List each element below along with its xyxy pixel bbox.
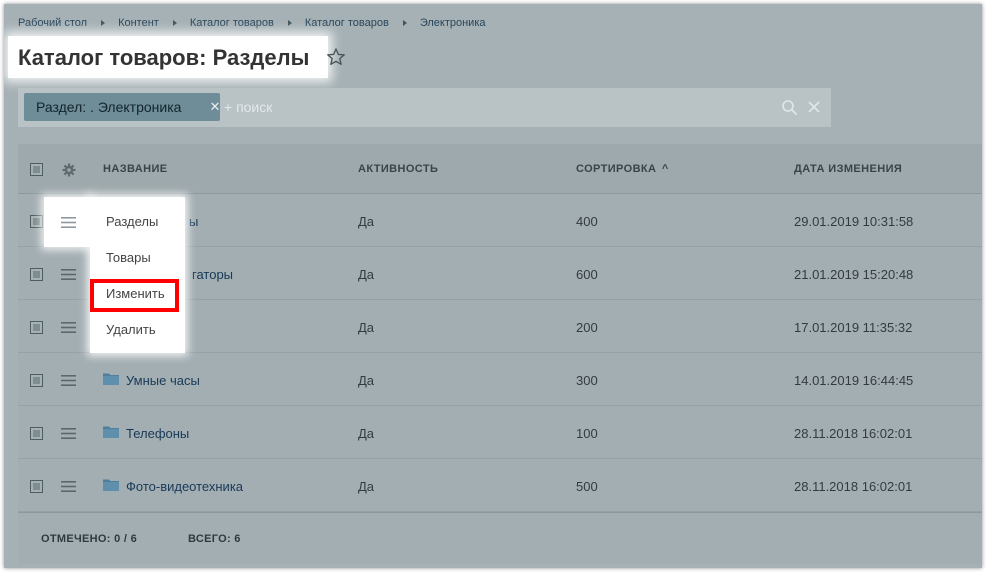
row-date: 28.11.2018 16:02:01 (794, 479, 913, 494)
breadcrumb-arrow-icon (287, 20, 292, 26)
total-count-label: ВСЕГО: (188, 533, 231, 545)
row-checkbox[interactable] (30, 374, 43, 387)
folder-icon (103, 373, 119, 385)
row-active: Да (358, 214, 375, 229)
row-date: 21.01.2019 15:20:48 (794, 267, 914, 282)
row-checkbox[interactable] (30, 268, 43, 281)
hamburger-icon[interactable] (61, 428, 76, 439)
row-context-menu: Разделы Товары Изменить Удалить (90, 197, 185, 353)
breadcrumb-item-catalog[interactable]: Каталог товаров (190, 17, 274, 29)
row-name-link[interactable]: Телефоны (126, 426, 189, 441)
row-sort: 400 (576, 214, 598, 229)
breadcrumb-item-electronics[interactable]: Электроника (420, 17, 486, 29)
menu-item-delete[interactable]: Удалить (106, 322, 156, 337)
checked-count: ОТМЕЧЕНО: 0 / 6 (41, 533, 137, 545)
filter-search-bar[interactable]: Раздел: . Электроника ✕ (18, 88, 831, 127)
column-header-active[interactable]: АКТИВНОСТЬ (358, 163, 438, 175)
app-window: Рабочий стол Контент Каталог товаров Кат… (4, 4, 982, 568)
page-title: Каталог товаров: Разделы (18, 45, 310, 70)
row-date: 17.01.2019 11:35:32 (794, 320, 913, 335)
table-row[interactable]: Телефоны Да 100 28.11.2018 16:02:01 (18, 407, 982, 459)
hamburger-icon[interactable] (61, 322, 76, 333)
search-icon[interactable] (781, 99, 798, 116)
folder-icon (103, 426, 119, 438)
hamburger-icon[interactable] (61, 375, 76, 386)
breadcrumb-arrow-icon (172, 20, 177, 26)
menu-item-products[interactable]: Товары (106, 250, 151, 265)
column-header-sort[interactable]: СОРТИРОВКА ^ (576, 163, 669, 175)
row-checkbox[interactable] (30, 480, 43, 493)
table-footer: ОТМЕЧЕНО: 0 / 6 ВСЕГО: 6 (18, 512, 982, 560)
hamburger-icon[interactable] (61, 481, 76, 492)
breadcrumb-arrow-icon (101, 20, 106, 26)
row-sort: 100 (576, 426, 598, 441)
page-title-area: Каталог товаров: Разделы (8, 36, 328, 78)
row-date: 29.01.2019 10:31:58 (794, 214, 914, 229)
column-header-date[interactable]: ДАТА ИЗМЕНЕНИЯ (794, 163, 902, 175)
folder-icon (103, 479, 119, 491)
row-sort: 500 (576, 479, 598, 494)
row-name-link[interactable]: ы (189, 214, 198, 229)
table-row[interactable]: Фото-видеотехника Да 500 28.11.2018 16:0… (18, 460, 982, 512)
column-header-sort-label: СОРТИРОВКА (576, 163, 657, 175)
row-checkbox[interactable] (30, 427, 43, 440)
row-checkbox[interactable] (30, 215, 43, 228)
row-checkbox[interactable] (30, 321, 43, 334)
table-header: НАЗВАНИЕ АКТИВНОСТЬ СОРТИРОВКА ^ ДАТА ИЗ… (18, 144, 982, 194)
menu-item-sections[interactable]: Разделы (106, 214, 158, 229)
row-active: Да (358, 320, 375, 335)
filter-tag[interactable]: Раздел: . Электроника ✕ (24, 93, 220, 121)
row-active: Да (358, 373, 375, 388)
row-name-link[interactable]: гаторы (192, 267, 233, 282)
highlight-box (90, 279, 179, 312)
clear-icon[interactable] (807, 100, 821, 114)
star-icon[interactable] (326, 47, 346, 67)
row-name-link[interactable]: Фото-видеотехника (126, 479, 243, 494)
breadcrumb-item-desktop[interactable]: Рабочий стол (18, 17, 87, 29)
select-all-checkbox[interactable] (30, 163, 43, 176)
hamburger-icon[interactable] (61, 269, 76, 280)
breadcrumb-arrow-icon (402, 20, 407, 26)
table-row[interactable]: Умные часы Да 300 14.01.2019 16:44:45 (18, 354, 982, 406)
row-active: Да (358, 267, 375, 282)
row-active: Да (358, 426, 375, 441)
row-sort: 200 (576, 320, 598, 335)
checked-count-value: 0 / 6 (114, 533, 137, 545)
close-icon[interactable]: ✕ (208, 93, 222, 121)
search-input[interactable] (224, 93, 774, 121)
row-actions-handle[interactable] (44, 197, 90, 247)
column-header-name[interactable]: НАЗВАНИЕ (103, 163, 168, 175)
gear-icon[interactable] (62, 163, 76, 177)
row-name-link[interactable]: Умные часы (126, 373, 200, 388)
row-active: Да (358, 479, 375, 494)
filter-tag-label: Раздел: . Электроника (36, 99, 182, 115)
row-sort: 300 (576, 373, 598, 388)
breadcrumb-item-content[interactable]: Контент (118, 17, 159, 29)
row-date: 14.01.2019 16:44:45 (794, 373, 914, 388)
checked-count-label: ОТМЕЧЕНО: (41, 533, 111, 545)
breadcrumb-item-catalog-2[interactable]: Каталог товаров (305, 17, 389, 29)
total-count-value: 6 (234, 533, 241, 545)
total-count: ВСЕГО: 6 (188, 533, 241, 545)
sort-asc-icon: ^ (661, 163, 669, 175)
row-date: 28.11.2018 16:02:01 (794, 426, 913, 441)
breadcrumb: Рабочий стол Контент Каталог товаров Кат… (18, 16, 486, 30)
hamburger-icon[interactable] (61, 217, 76, 228)
row-sort: 600 (576, 267, 598, 282)
